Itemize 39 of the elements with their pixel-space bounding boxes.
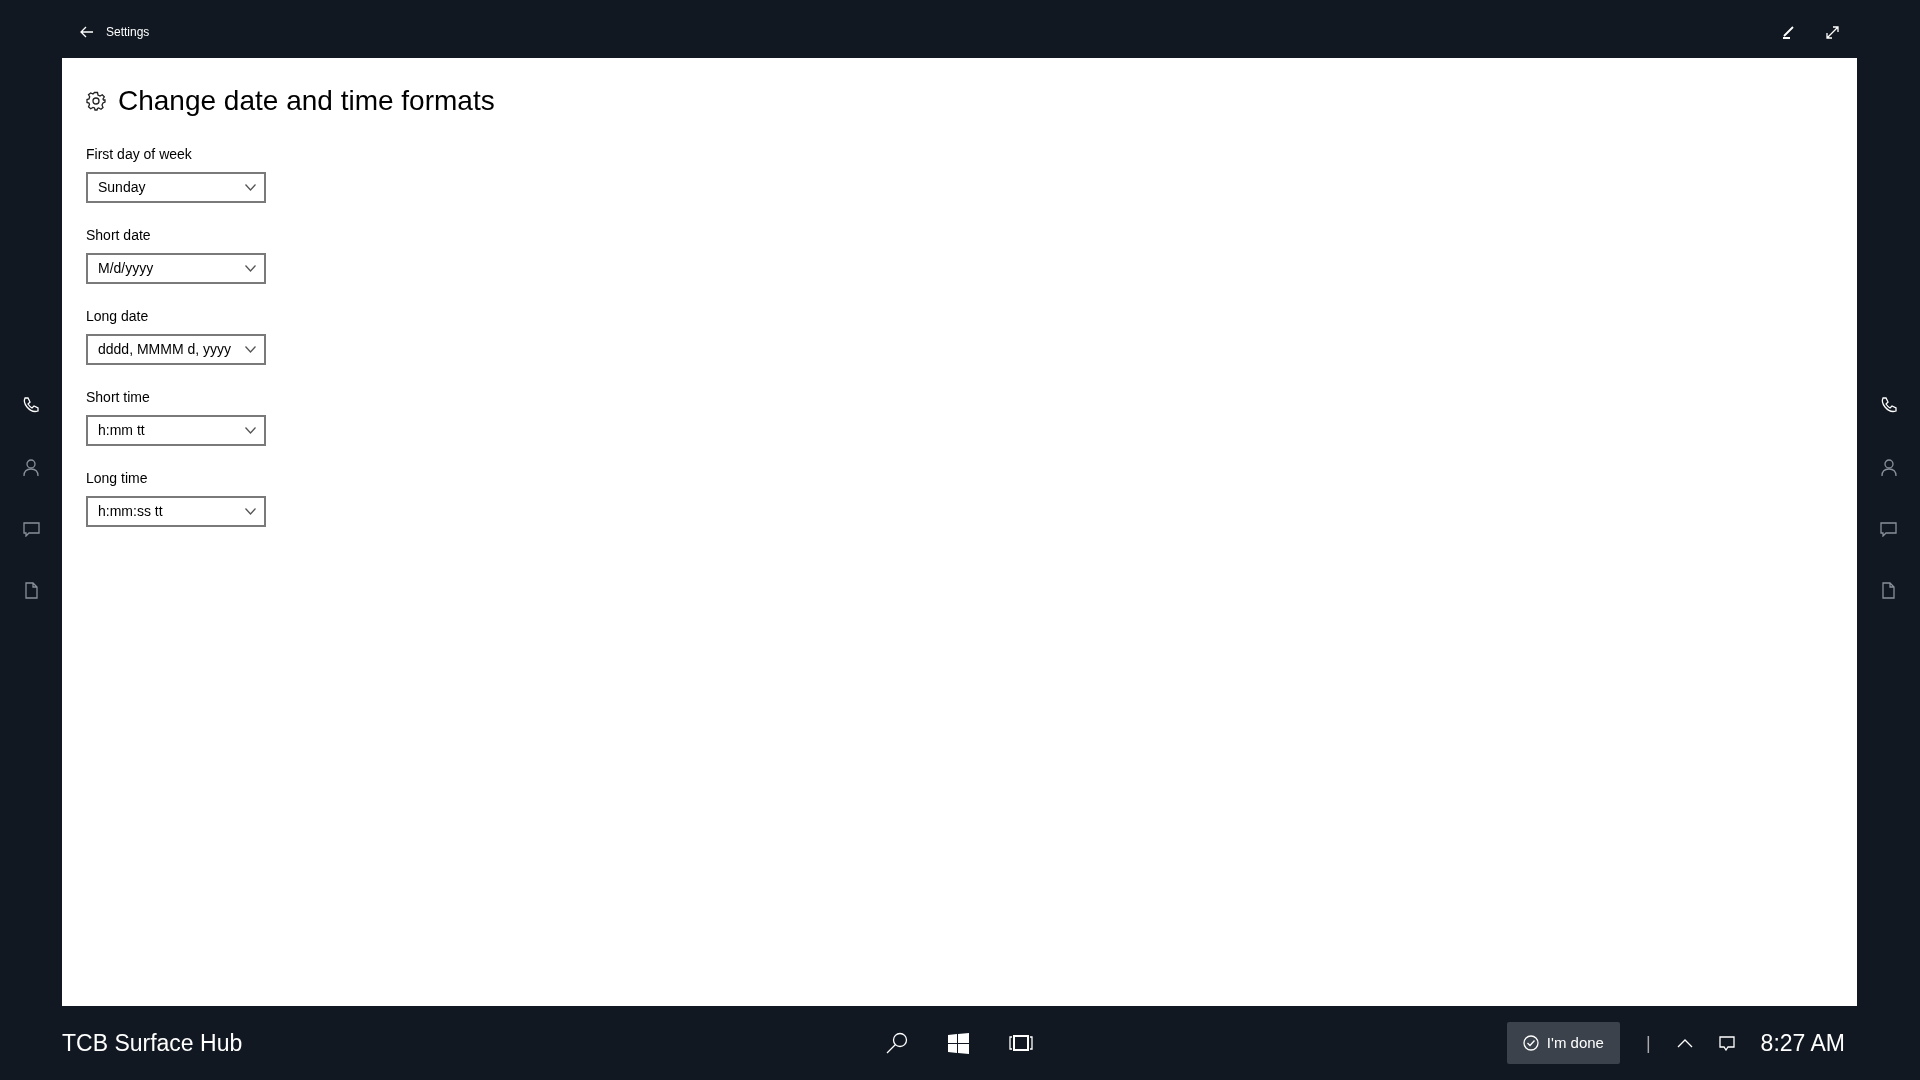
field-label: Short time	[86, 388, 151, 407]
person-icon[interactable]	[1880, 459, 1897, 477]
caret-icon	[245, 427, 256, 434]
chat-icon[interactable]	[1880, 522, 1897, 537]
caret-icon	[245, 184, 256, 191]
caret-icon	[245, 265, 256, 272]
phone-icon[interactable]	[22, 396, 40, 414]
document-icon[interactable]	[1882, 582, 1895, 599]
dropdown[interactable]: h:mm:ss tt	[86, 496, 266, 527]
chat-icon[interactable]	[22, 522, 40, 537]
clock: 8:27 AM	[1760, 1028, 1845, 1058]
page-title: Change date and time formats	[118, 84, 495, 118]
phone-icon[interactable]	[1879, 396, 1898, 414]
task-view-icon[interactable]	[1009, 1035, 1033, 1051]
dropdown[interactable]: Sunday	[86, 172, 266, 203]
device-name: TCB Surface Hub	[62, 1029, 243, 1056]
back-arrow-icon[interactable]	[80, 26, 94, 38]
search-icon[interactable]	[886, 1032, 908, 1054]
field-label: First day of week	[86, 145, 193, 164]
check-circle-icon	[1522, 1035, 1539, 1051]
done-button[interactable]: I'm done	[1506, 1021, 1620, 1065]
chevron-up-icon[interactable]	[1676, 1038, 1693, 1048]
pen-icon[interactable]	[1782, 25, 1796, 39]
field-label: Long date	[86, 307, 150, 326]
separator: |	[1645, 1031, 1651, 1055]
gear-icon	[86, 91, 106, 111]
dropdown[interactable]: h:mm tt	[86, 415, 266, 446]
window-title: Settings	[106, 24, 150, 41]
caret-icon	[245, 508, 256, 515]
expand-icon[interactable]	[1826, 25, 1839, 39]
field-label: Short date	[86, 226, 152, 245]
document-icon[interactable]	[24, 582, 38, 599]
windows-logo-icon[interactable]	[948, 1032, 969, 1054]
person-icon[interactable]	[23, 459, 39, 477]
field-label: Long time	[86, 469, 149, 488]
dropdown[interactable]: M/d/yyyy	[86, 253, 266, 284]
dropdown[interactable]: dddd, MMMM d, yyyy	[86, 334, 266, 365]
caret-icon	[245, 346, 256, 353]
message-icon[interactable]	[1718, 1035, 1735, 1051]
